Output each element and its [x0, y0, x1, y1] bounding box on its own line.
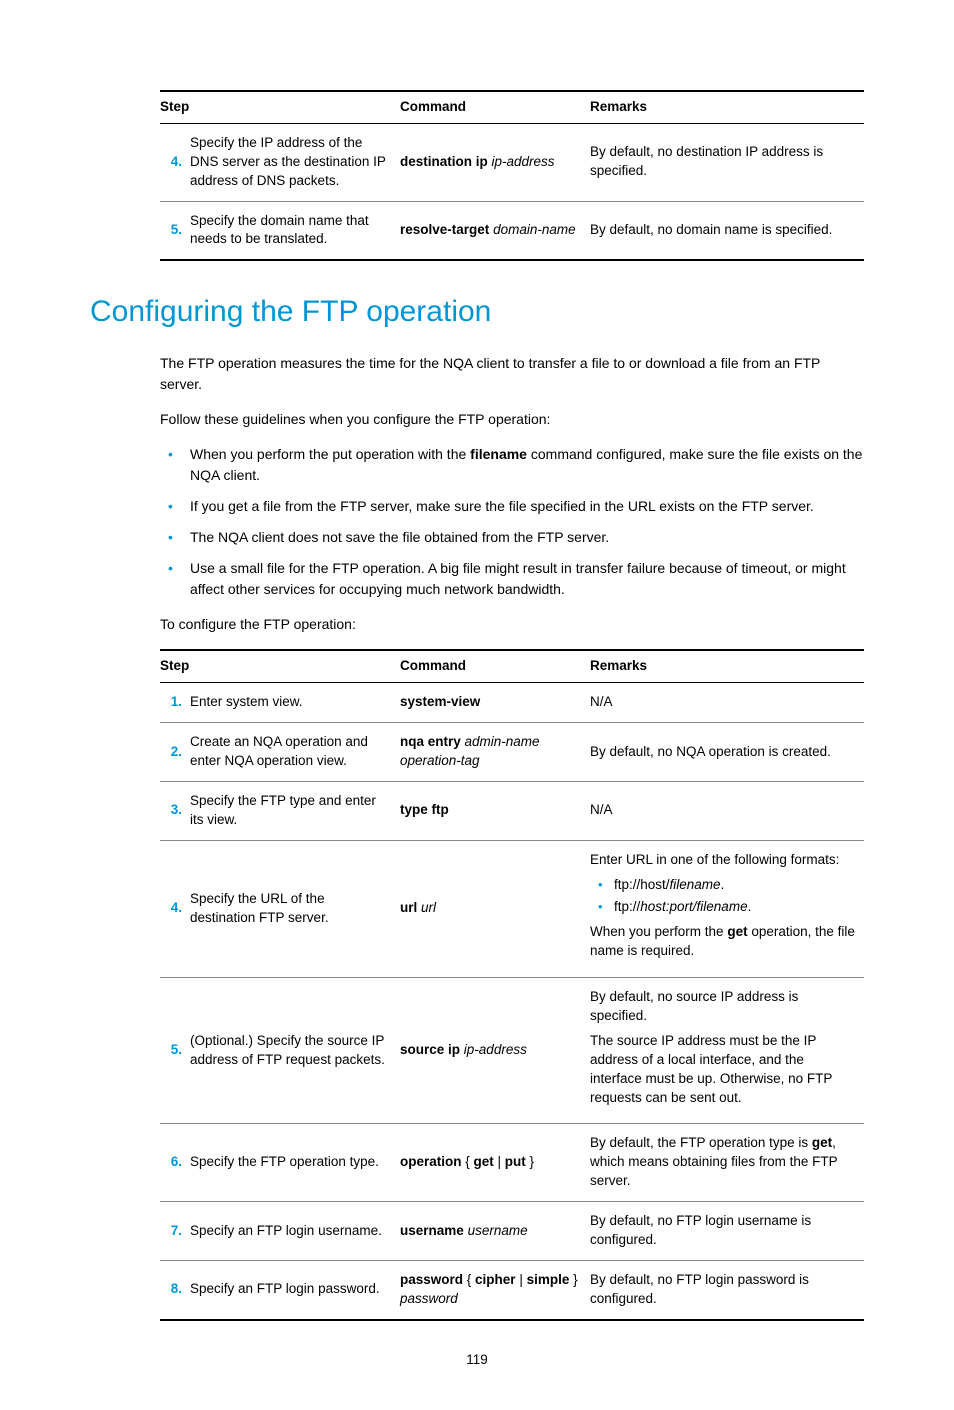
- col-command: Command: [400, 650, 590, 682]
- step-number: 8.: [160, 1260, 190, 1319]
- remarks-cell: By default, no FTP login password is con…: [590, 1260, 864, 1319]
- step-desc: (Optional.) Specify the source IP addres…: [190, 978, 400, 1124]
- step-number: 1.: [160, 683, 190, 723]
- guideline-list: When you perform the put operation with …: [160, 444, 864, 600]
- ftp-steps-table: Step Command Remarks 1. Enter system vie…: [160, 649, 864, 1320]
- command-cell: resolve-target domain-name: [400, 201, 590, 260]
- step-number: 4.: [160, 123, 190, 201]
- command-cell: type ftp: [400, 781, 590, 840]
- list-item: The NQA client does not save the file ob…: [160, 527, 864, 548]
- remarks-cell: N/A: [590, 781, 864, 840]
- table-row: 1. Enter system view. system-view N/A: [160, 683, 864, 723]
- step-number: 5.: [160, 978, 190, 1124]
- remarks-cell: By default, no FTP login username is con…: [590, 1202, 864, 1261]
- list-item: Use a small file for the FTP operation. …: [160, 558, 864, 600]
- command-cell: source ip ip-address: [400, 978, 590, 1124]
- table-row: 5. Specify the domain name that needs to…: [160, 201, 864, 260]
- col-step: Step: [160, 91, 400, 123]
- configure-intro: To configure the FTP operation:: [160, 614, 864, 635]
- dns-steps-table: Step Command Remarks 4. Specify the IP a…: [160, 90, 864, 261]
- remarks-cell: By default, no NQA operation is created.: [590, 723, 864, 782]
- step-number: 4.: [160, 840, 190, 977]
- remarks-cell: By default, no domain name is specified.: [590, 201, 864, 260]
- command-cell: password { cipher | simple } password: [400, 1260, 590, 1319]
- col-command: Command: [400, 91, 590, 123]
- step-desc: Specify an FTP login password.: [190, 1260, 400, 1319]
- table-row: 2. Create an NQA operation and enter NQA…: [160, 723, 864, 782]
- command-cell: destination ip ip-address: [400, 123, 590, 201]
- step-number: 5.: [160, 201, 190, 260]
- list-item: ftp://host/filename.: [590, 876, 856, 895]
- table-row: 4. Specify the URL of the destination FT…: [160, 840, 864, 977]
- remarks-cell: Enter URL in one of the following format…: [590, 840, 864, 977]
- step-desc: Specify the FTP type and enter its view.: [190, 781, 400, 840]
- table-row: 6. Specify the FTP operation type. opera…: [160, 1124, 864, 1202]
- table-row: 7. Specify an FTP login username. userna…: [160, 1202, 864, 1261]
- step-number: 2.: [160, 723, 190, 782]
- page-number: 119: [90, 1351, 864, 1370]
- section-heading: Configuring the FTP operation: [90, 291, 864, 333]
- remarks-cell: By default, the FTP operation type is ge…: [590, 1124, 864, 1202]
- remarks-cell: By default, no source IP address is spec…: [590, 978, 864, 1124]
- command-cell: system-view: [400, 683, 590, 723]
- step-desc: Specify the domain name that needs to be…: [190, 201, 400, 260]
- step-number: 3.: [160, 781, 190, 840]
- col-remarks: Remarks: [590, 91, 864, 123]
- remarks-cell: N/A: [590, 683, 864, 723]
- table-row: 4. Specify the IP address of the DNS ser…: [160, 123, 864, 201]
- step-number: 6.: [160, 1124, 190, 1202]
- list-item: When you perform the put operation with …: [160, 444, 864, 486]
- intro-paragraph: The FTP operation measures the time for …: [160, 353, 864, 395]
- step-desc: Specify the URL of the destination FTP s…: [190, 840, 400, 977]
- col-remarks: Remarks: [590, 650, 864, 682]
- command-cell: url url: [400, 840, 590, 977]
- step-desc: Enter system view.: [190, 683, 400, 723]
- command-cell: nqa entry admin-name operation-tag: [400, 723, 590, 782]
- table-row: 3. Specify the FTP type and enter its vi…: [160, 781, 864, 840]
- table-row: 5. (Optional.) Specify the source IP add…: [160, 978, 864, 1124]
- command-cell: username username: [400, 1202, 590, 1261]
- col-step: Step: [160, 650, 400, 682]
- table-row: 8. Specify an FTP login password. passwo…: [160, 1260, 864, 1319]
- step-number: 7.: [160, 1202, 190, 1261]
- guidelines-intro: Follow these guidelines when you configu…: [160, 409, 864, 430]
- step-desc: Specify the FTP operation type.: [190, 1124, 400, 1202]
- step-desc: Specify an FTP login username.: [190, 1202, 400, 1261]
- list-item: If you get a file from the FTP server, m…: [160, 496, 864, 517]
- step-desc: Specify the IP address of the DNS server…: [190, 123, 400, 201]
- list-item: ftp://host:port/filename.: [590, 898, 856, 917]
- step-desc: Create an NQA operation and enter NQA op…: [190, 723, 400, 782]
- remarks-cell: By default, no destination IP address is…: [590, 123, 864, 201]
- command-cell: operation { get | put }: [400, 1124, 590, 1202]
